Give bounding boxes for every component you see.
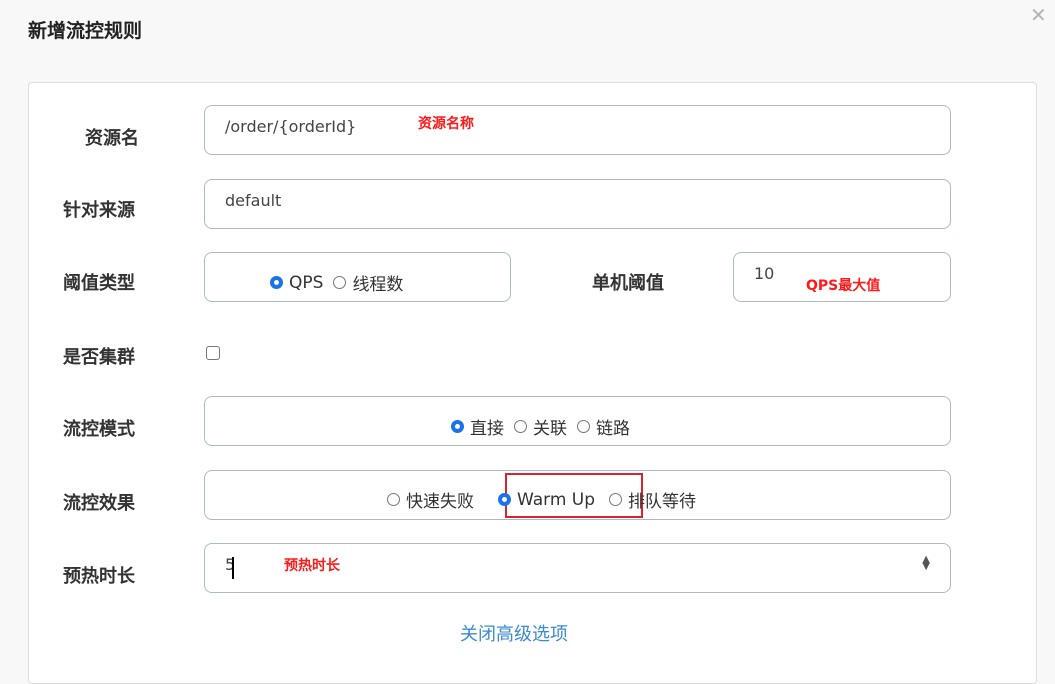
limit-app-value: default <box>225 191 282 210</box>
close-icon[interactable]: ✕ <box>1030 3 1047 27</box>
behavior-option-queue-label: 排队等待 <box>628 492 697 512</box>
strategy-option-chain[interactable]: 链路 <box>577 414 630 439</box>
radio-unchecked-icon <box>609 493 623 506</box>
radio-checked-icon <box>498 493 511 506</box>
radio-checked-icon <box>270 276 283 289</box>
behavior-option-fast-fail-label: 快速失败 <box>406 492 474 512</box>
spinner-icon[interactable]: ▲ ▼ <box>922 555 930 572</box>
resource-label: 资源名 <box>85 128 139 149</box>
grade-option-qps[interactable]: QPS <box>270 273 323 293</box>
control-behavior-label: 流控效果 <box>63 493 135 514</box>
radio-unchecked-icon <box>333 276 347 289</box>
strategy-option-chain-label: 链路 <box>596 419 630 439</box>
strategy-option-relate[interactable]: 关联 <box>514 414 567 439</box>
warmup-annotation: 预热时长 <box>284 558 340 574</box>
cluster-label: 是否集群 <box>63 347 135 368</box>
behavior-option-warm-up[interactable]: Warm Up <box>498 490 595 510</box>
grade-option-qps-label: QPS <box>289 272 324 293</box>
grade-option-thread[interactable]: 线程数 <box>333 270 403 295</box>
warmup-label: 预热时长 <box>63 566 135 587</box>
cluster-checkbox[interactable] <box>206 346 220 360</box>
strategy-option-direct-label: 直接 <box>470 419 504 439</box>
radio-unchecked-icon <box>514 420 527 433</box>
threshold-annotation: QPS最大值 <box>806 278 881 294</box>
resource-input[interactable]: /order/{orderId} <box>204 105 951 155</box>
strategy-radio-group: 直接 关联 链路 <box>451 414 640 439</box>
grade-label: 阈值类型 <box>63 273 135 294</box>
form-panel <box>28 82 1037 684</box>
close-advanced-options-link[interactable]: 关闭高级选项 <box>460 620 568 646</box>
threshold-value: 10 <box>754 264 775 283</box>
strategy-option-relate-label: 关联 <box>533 419 567 439</box>
grade-radio-group: QPS 线程数 <box>270 270 413 295</box>
limit-app-label: 针对来源 <box>63 200 135 221</box>
limit-app-input[interactable]: default <box>204 179 951 229</box>
strategy-label: 流控模式 <box>63 419 135 440</box>
text-caret <box>232 557 234 579</box>
radio-unchecked-icon <box>577 420 590 433</box>
behavior-option-queue[interactable]: 排队等待 <box>609 487 696 512</box>
resource-value: /order/{orderId} <box>225 117 357 136</box>
control-behavior-radio-group: 快速失败 Warm Up 排队等待 <box>387 487 706 512</box>
behavior-option-fast-fail[interactable]: 快速失败 <box>387 487 474 512</box>
strategy-option-direct[interactable]: 直接 <box>451 414 504 439</box>
radio-checked-icon <box>451 420 464 433</box>
behavior-option-warm-up-label: Warm Up <box>517 489 596 510</box>
grade-option-thread-label: 线程数 <box>352 275 404 295</box>
dialog-title: 新增流控规则 <box>28 20 143 42</box>
threshold-label: 单机阈值 <box>592 273 664 294</box>
resource-annotation: 资源名称 <box>418 116 474 132</box>
radio-unchecked-icon <box>387 493 400 506</box>
